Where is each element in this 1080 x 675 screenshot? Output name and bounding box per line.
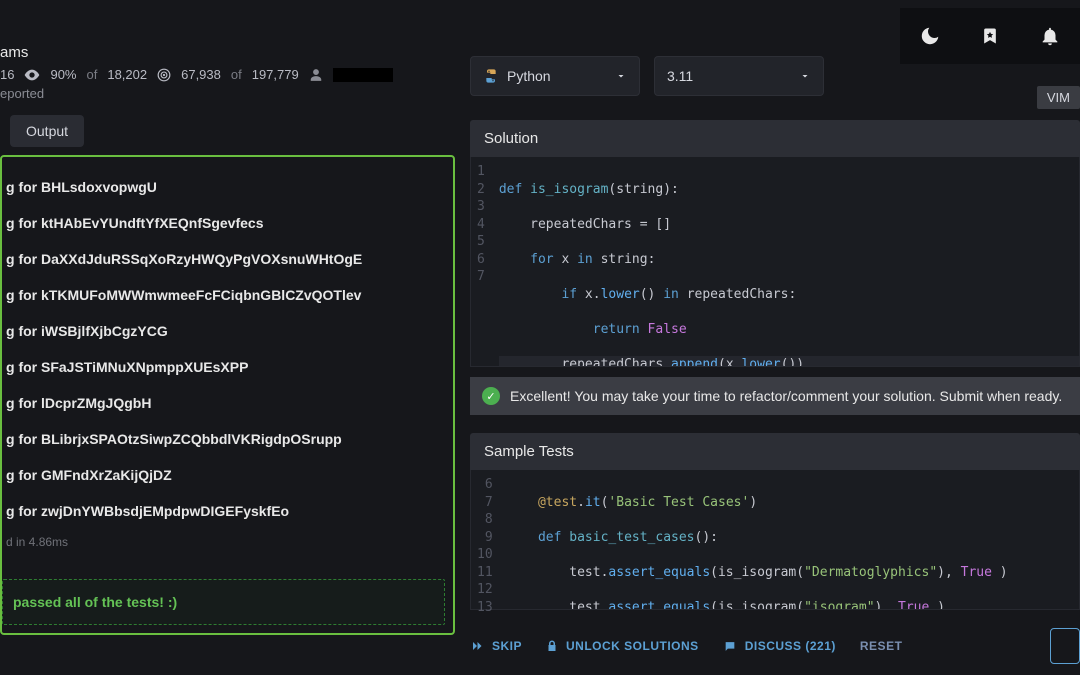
solution-editor[interactable]: 1 2 3 4 5 6 7 def is_isogram(string): re… (470, 157, 1080, 367)
reset-button[interactable]: RESET (860, 639, 903, 653)
solution-code[interactable]: def is_isogram(string): repeatedChars = … (493, 157, 1079, 366)
reported-label: eported (0, 86, 455, 101)
unlock-button[interactable]: UNLOCK SOLUTIONS (546, 639, 699, 653)
language-select[interactable]: Python (470, 56, 640, 96)
check-icon: ✓ (482, 387, 500, 405)
sample-tests-editor[interactable]: 6 7 8 9 10 11 12 13 @test.it('Basic Test… (470, 470, 1080, 610)
status-banner: ✓ Excellent! You may take your time to r… (470, 377, 1080, 415)
fast-forward-icon (470, 640, 484, 652)
test-line: g for ktHAbEvYUndftYfXEQnfSgevfecs (2, 205, 445, 241)
panel-title-solution: Solution (470, 120, 1080, 157)
lock-icon (546, 639, 558, 653)
sample-tests-code[interactable]: @test.it('Basic Test Cases') def basic_t… (501, 470, 1079, 609)
test-button[interactable] (1050, 628, 1080, 664)
target-icon (157, 68, 171, 82)
python-icon (483, 68, 499, 84)
timing-text: d in 4.86ms (2, 535, 445, 549)
chevron-down-icon (799, 70, 811, 82)
panel-title-sample: Sample Tests (470, 433, 1080, 470)
user-icon (309, 68, 323, 82)
username-redacted (333, 68, 393, 82)
action-bar: SKIP UNLOCK SOLUTIONS DISCUSS (221) RESE… (470, 624, 1080, 668)
tab-output[interactable]: Output (10, 115, 84, 147)
chat-icon (723, 640, 737, 653)
chevron-down-icon (615, 70, 627, 82)
test-line: g for BHLsdoxvopwgU (2, 169, 445, 205)
star-count: 16 (0, 67, 14, 82)
vim-badge[interactable]: VIM (1037, 86, 1080, 109)
test-line: g for BLibrjxSPAOtzSiwpZCQbbdlVKRigdpOSr… (2, 421, 445, 457)
test-line: g for GMFndXrZaKijQjDZ (2, 457, 445, 493)
test-line: g for iWSBjlfXjbCgzYCG (2, 313, 445, 349)
discuss-button[interactable]: DISCUSS (221) (723, 639, 836, 653)
eye-icon (24, 69, 40, 81)
version-select[interactable]: 3.11 (654, 56, 824, 96)
test-line: g for lDcprZMgJQgbH (2, 385, 445, 421)
test-line: g for SFaJSTiMNuXNpmppXUEsXPP (2, 349, 445, 385)
test-line: g for zwjDnYWBbsdjEMpdpwDIGEFyskfEo (2, 493, 445, 529)
kata-stats: 16 90% of 18,202 67,938 of 197,779 (0, 67, 455, 82)
skip-button[interactable]: SKIP (470, 639, 522, 653)
kata-title: ams (0, 44, 455, 61)
test-line: g for kTKMUFoMWWmwmeeFcFCiqbnGBlCZvQOTle… (2, 277, 445, 313)
pass-message: passed all of the tests! :) (2, 579, 445, 625)
test-line: g for DaXXdJduRSSqXoRzyHWQyPgVOXsnuWHtOg… (2, 241, 445, 277)
output-panel: g for BHLsdoxvopwgU g for ktHAbEvYUndftY… (0, 155, 455, 635)
